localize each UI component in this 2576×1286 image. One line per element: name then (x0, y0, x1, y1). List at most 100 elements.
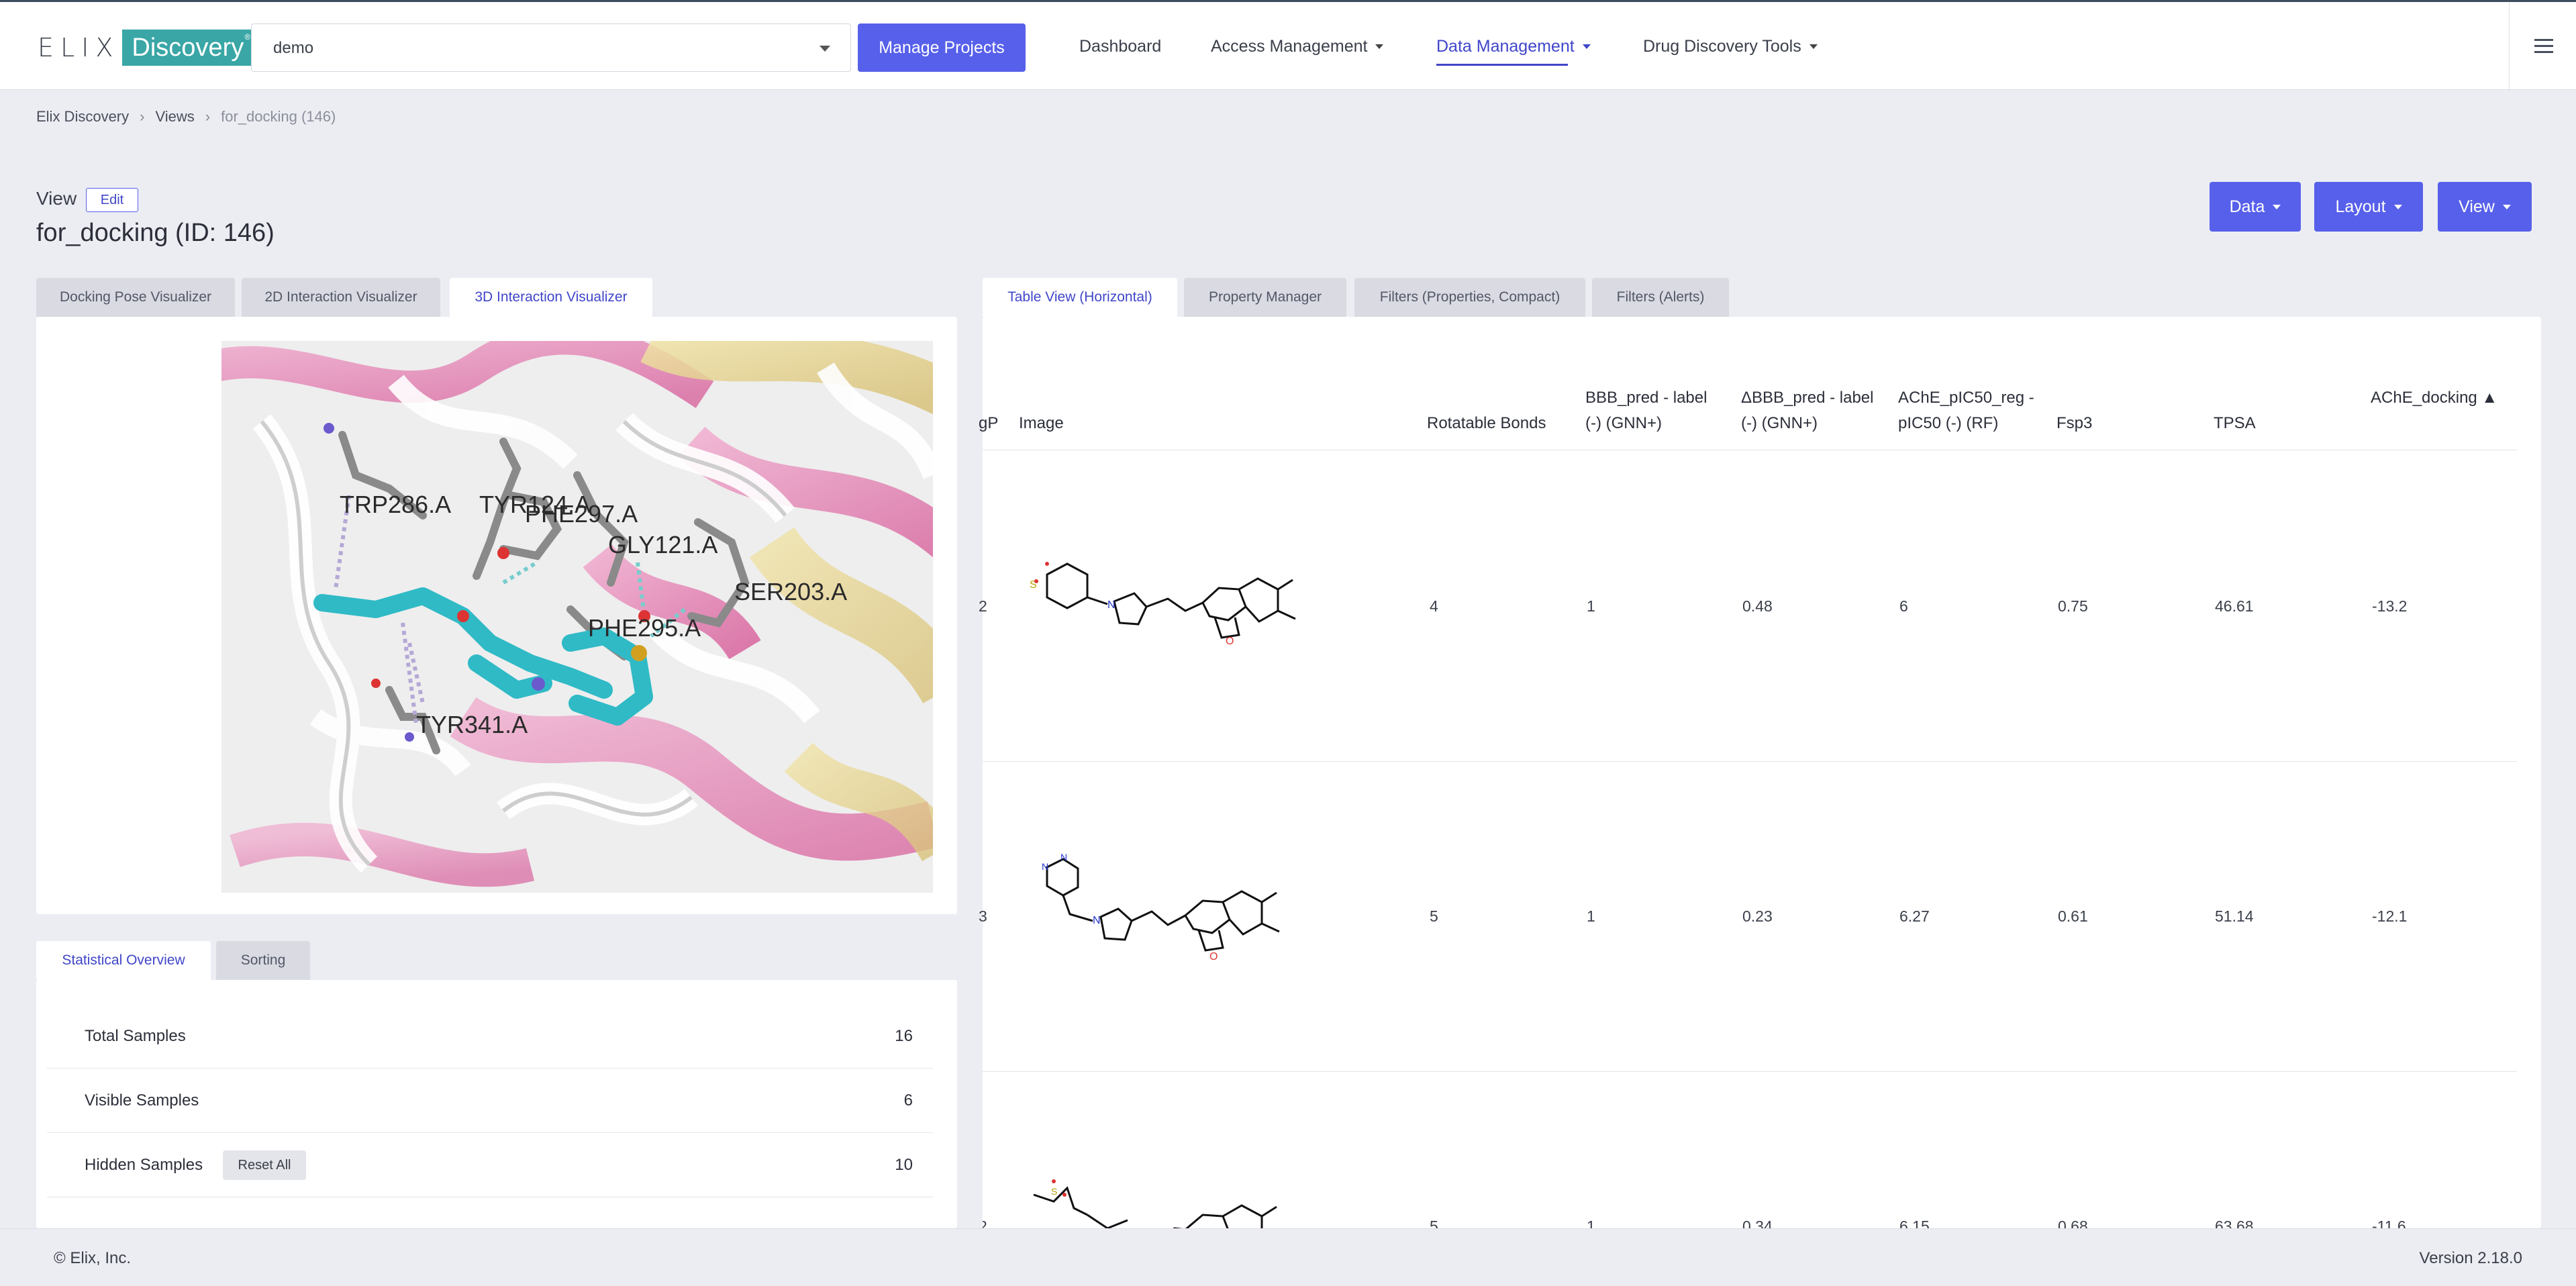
project-select-value: demo (273, 39, 314, 57)
cell-ache-docking: -12.1 (2372, 907, 2408, 925)
svg-text:N: N (1042, 861, 1048, 872)
col-image[interactable]: Image (1019, 411, 1064, 436)
nav-drug-discovery-tools[interactable]: Drug Discovery Tools (1643, 37, 1818, 56)
logo-badge-text: Discovery (132, 33, 244, 62)
cell-delta-bbb-pred: 0.34 (1742, 1218, 1773, 1228)
cell-fsp3: 0.68 (2058, 1218, 2088, 1228)
col-fsp3[interactable]: Fsp3 (2057, 411, 2092, 436)
project-select[interactable]: demo (251, 23, 851, 72)
logo-badge: Discovery ® (122, 30, 254, 66)
cell-tpsa: 51.14 (2215, 907, 2254, 925)
residue-label: GLY121.A (608, 531, 717, 558)
chevron-right-icon: › (140, 108, 145, 125)
stat-total-samples: Total Samples 16 (47, 1004, 933, 1069)
molecule-structure-image: S N O (1030, 562, 1296, 647)
tab-2d-interaction-visualizer[interactable]: 2D Interaction Visualizer (242, 278, 440, 317)
3d-interaction-viewer[interactable]: TRP286.A TYR124.A PHE297.A GLY121.A SER2… (221, 341, 933, 893)
stat-visible-label: Visible Samples (85, 1091, 199, 1109)
view-menu-button[interactable]: View (2438, 182, 2532, 232)
row-divider (983, 1071, 2517, 1072)
breadcrumb-current: for_docking (146) (221, 108, 336, 125)
tab-table-view-horizontal[interactable]: Table View (Horizontal) (983, 278, 1177, 317)
caret-down-icon (1809, 44, 1818, 49)
molecule-structure-image: N N N O (1042, 852, 1280, 962)
layout-menu-button[interactable]: Layout (2314, 182, 2423, 232)
layout-menu-label: Layout (2335, 197, 2386, 216)
cell-rotatable-bonds: 5 (1430, 907, 1438, 925)
footer: © Elix, Inc. Version 2.18.0 (0, 1228, 2576, 1286)
cell-bbb-pred: 1 (1587, 1218, 1595, 1228)
nav-tools-label: Drug Discovery Tools (1643, 37, 1801, 56)
stat-total-value: 16 (895, 1027, 913, 1045)
residue-label: SER203.A (734, 578, 847, 605)
col-ache-docking[interactable]: AChE_docking ▲ (2371, 385, 2505, 411)
col-rotatable-bonds[interactable]: Rotatable Bonds (1427, 411, 1546, 436)
elix-logo[interactable]: ELIX Discovery ® (38, 29, 254, 66)
tab-filters-alerts[interactable]: Filters (Alerts) (1592, 278, 1729, 317)
cell-logp: 2 (979, 597, 987, 615)
tab-property-manager[interactable]: Property Manager (1184, 278, 1346, 317)
svg-text:O: O (1226, 636, 1234, 647)
cell-fsp3: 0.75 (2058, 597, 2088, 615)
nav-data-label: Data Management (1436, 37, 1575, 56)
navbar-divider (2509, 2, 2510, 92)
nav-access-management[interactable]: Access Management (1211, 37, 1384, 56)
tab-docking-pose-visualizer[interactable]: Docking Pose Visualizer (36, 278, 235, 317)
stat-visible-samples: Visible Samples 6 (47, 1069, 933, 1133)
cell-rotatable-bonds: 4 (1430, 597, 1438, 615)
cell-rotatable-bonds: 5 (1430, 1218, 1438, 1228)
caret-down-icon (2273, 204, 2281, 209)
col-ache-pic50[interactable]: AChE_pIC50_reg - pIC50 (-) (RF) (1898, 385, 2043, 436)
svg-text:O: O (1209, 951, 1218, 962)
cell-tpsa: 46.61 (2215, 597, 2254, 615)
reset-all-button[interactable]: Reset All (223, 1150, 306, 1180)
cell-fsp3: 0.61 (2058, 907, 2088, 925)
table-row[interactable]: 2 S 5 1 0.34 6.15 0.68 63.68 -11.6 (983, 1074, 2517, 1228)
residue-label: PHE295.A (588, 614, 701, 642)
cell-ache-docking: -11.6 (2372, 1218, 2406, 1228)
breadcrumb-views[interactable]: Views (155, 108, 194, 126)
cell-bbb-pred: 1 (1587, 597, 1595, 615)
caret-down-icon (1582, 44, 1591, 49)
tab-filters-properties-compact[interactable]: Filters (Properties, Compact) (1354, 278, 1585, 317)
manage-projects-button[interactable]: Manage Projects (858, 23, 1026, 72)
caret-down-icon (2502, 204, 2511, 209)
col-tpsa[interactable]: TPSA (2214, 411, 2256, 436)
nav-dashboard[interactable]: Dashboard (1079, 37, 1161, 56)
svg-text:N: N (1093, 915, 1101, 926)
cell-ache-pic50: 6.27 (1899, 907, 1930, 925)
svg-text:N: N (1060, 852, 1067, 862)
cell-delta-bbb-pred: 0.23 (1742, 907, 1773, 925)
nav-dashboard-label: Dashboard (1079, 37, 1162, 56)
col-bbb-pred[interactable]: BBB_pred - label (-) (GNN+) (1585, 385, 1726, 436)
molecule-structure-image: S (1033, 1179, 1277, 1228)
breadcrumb-home[interactable]: Elix Discovery (36, 108, 129, 126)
protein-structure-render: TRP286.A TYR124.A PHE297.A GLY121.A SER2… (221, 341, 933, 893)
tab-3d-interaction-visualizer[interactable]: 3D Interaction Visualizer (450, 278, 652, 317)
svg-text:N: N (1107, 599, 1116, 611)
stat-total-label: Total Samples (85, 1027, 186, 1045)
cell-ache-docking: -13.2 (2372, 597, 2408, 615)
page-title: for_docking (ID: 146) (36, 219, 275, 247)
footer-version: Version 2.18.0 (2419, 1249, 2522, 1267)
residue-label: PHE297.A (525, 500, 638, 528)
tab-statistical-overview[interactable]: Statistical Overview (36, 941, 211, 980)
nav-access-label: Access Management (1211, 37, 1368, 56)
cell-logp: 3 (979, 907, 987, 925)
edit-view-button[interactable]: Edit (86, 188, 138, 212)
row-divider (983, 761, 2517, 762)
stat-visible-value: 6 (903, 1091, 913, 1109)
breadcrumb: Elix Discovery › Views › for_docking (14… (36, 108, 336, 126)
col-logp[interactable]: gP (979, 411, 998, 436)
caret-down-icon (1375, 44, 1384, 49)
data-menu-button[interactable]: Data (2210, 182, 2301, 232)
view-label: View (36, 188, 77, 209)
chevron-down-icon (820, 46, 830, 52)
caret-down-icon (2393, 204, 2402, 209)
col-delta-bbb-pred[interactable]: ΔBBB_pred - label (-) (GNN+) (1741, 385, 1875, 436)
stat-hidden-label: Hidden Samples (85, 1156, 203, 1174)
hamburger-menu-icon[interactable] (2534, 39, 2553, 54)
tab-sorting[interactable]: Sorting (216, 941, 310, 980)
data-menu-label: Data (2229, 197, 2265, 216)
nav-data-management[interactable]: Data Management (1436, 37, 1591, 66)
